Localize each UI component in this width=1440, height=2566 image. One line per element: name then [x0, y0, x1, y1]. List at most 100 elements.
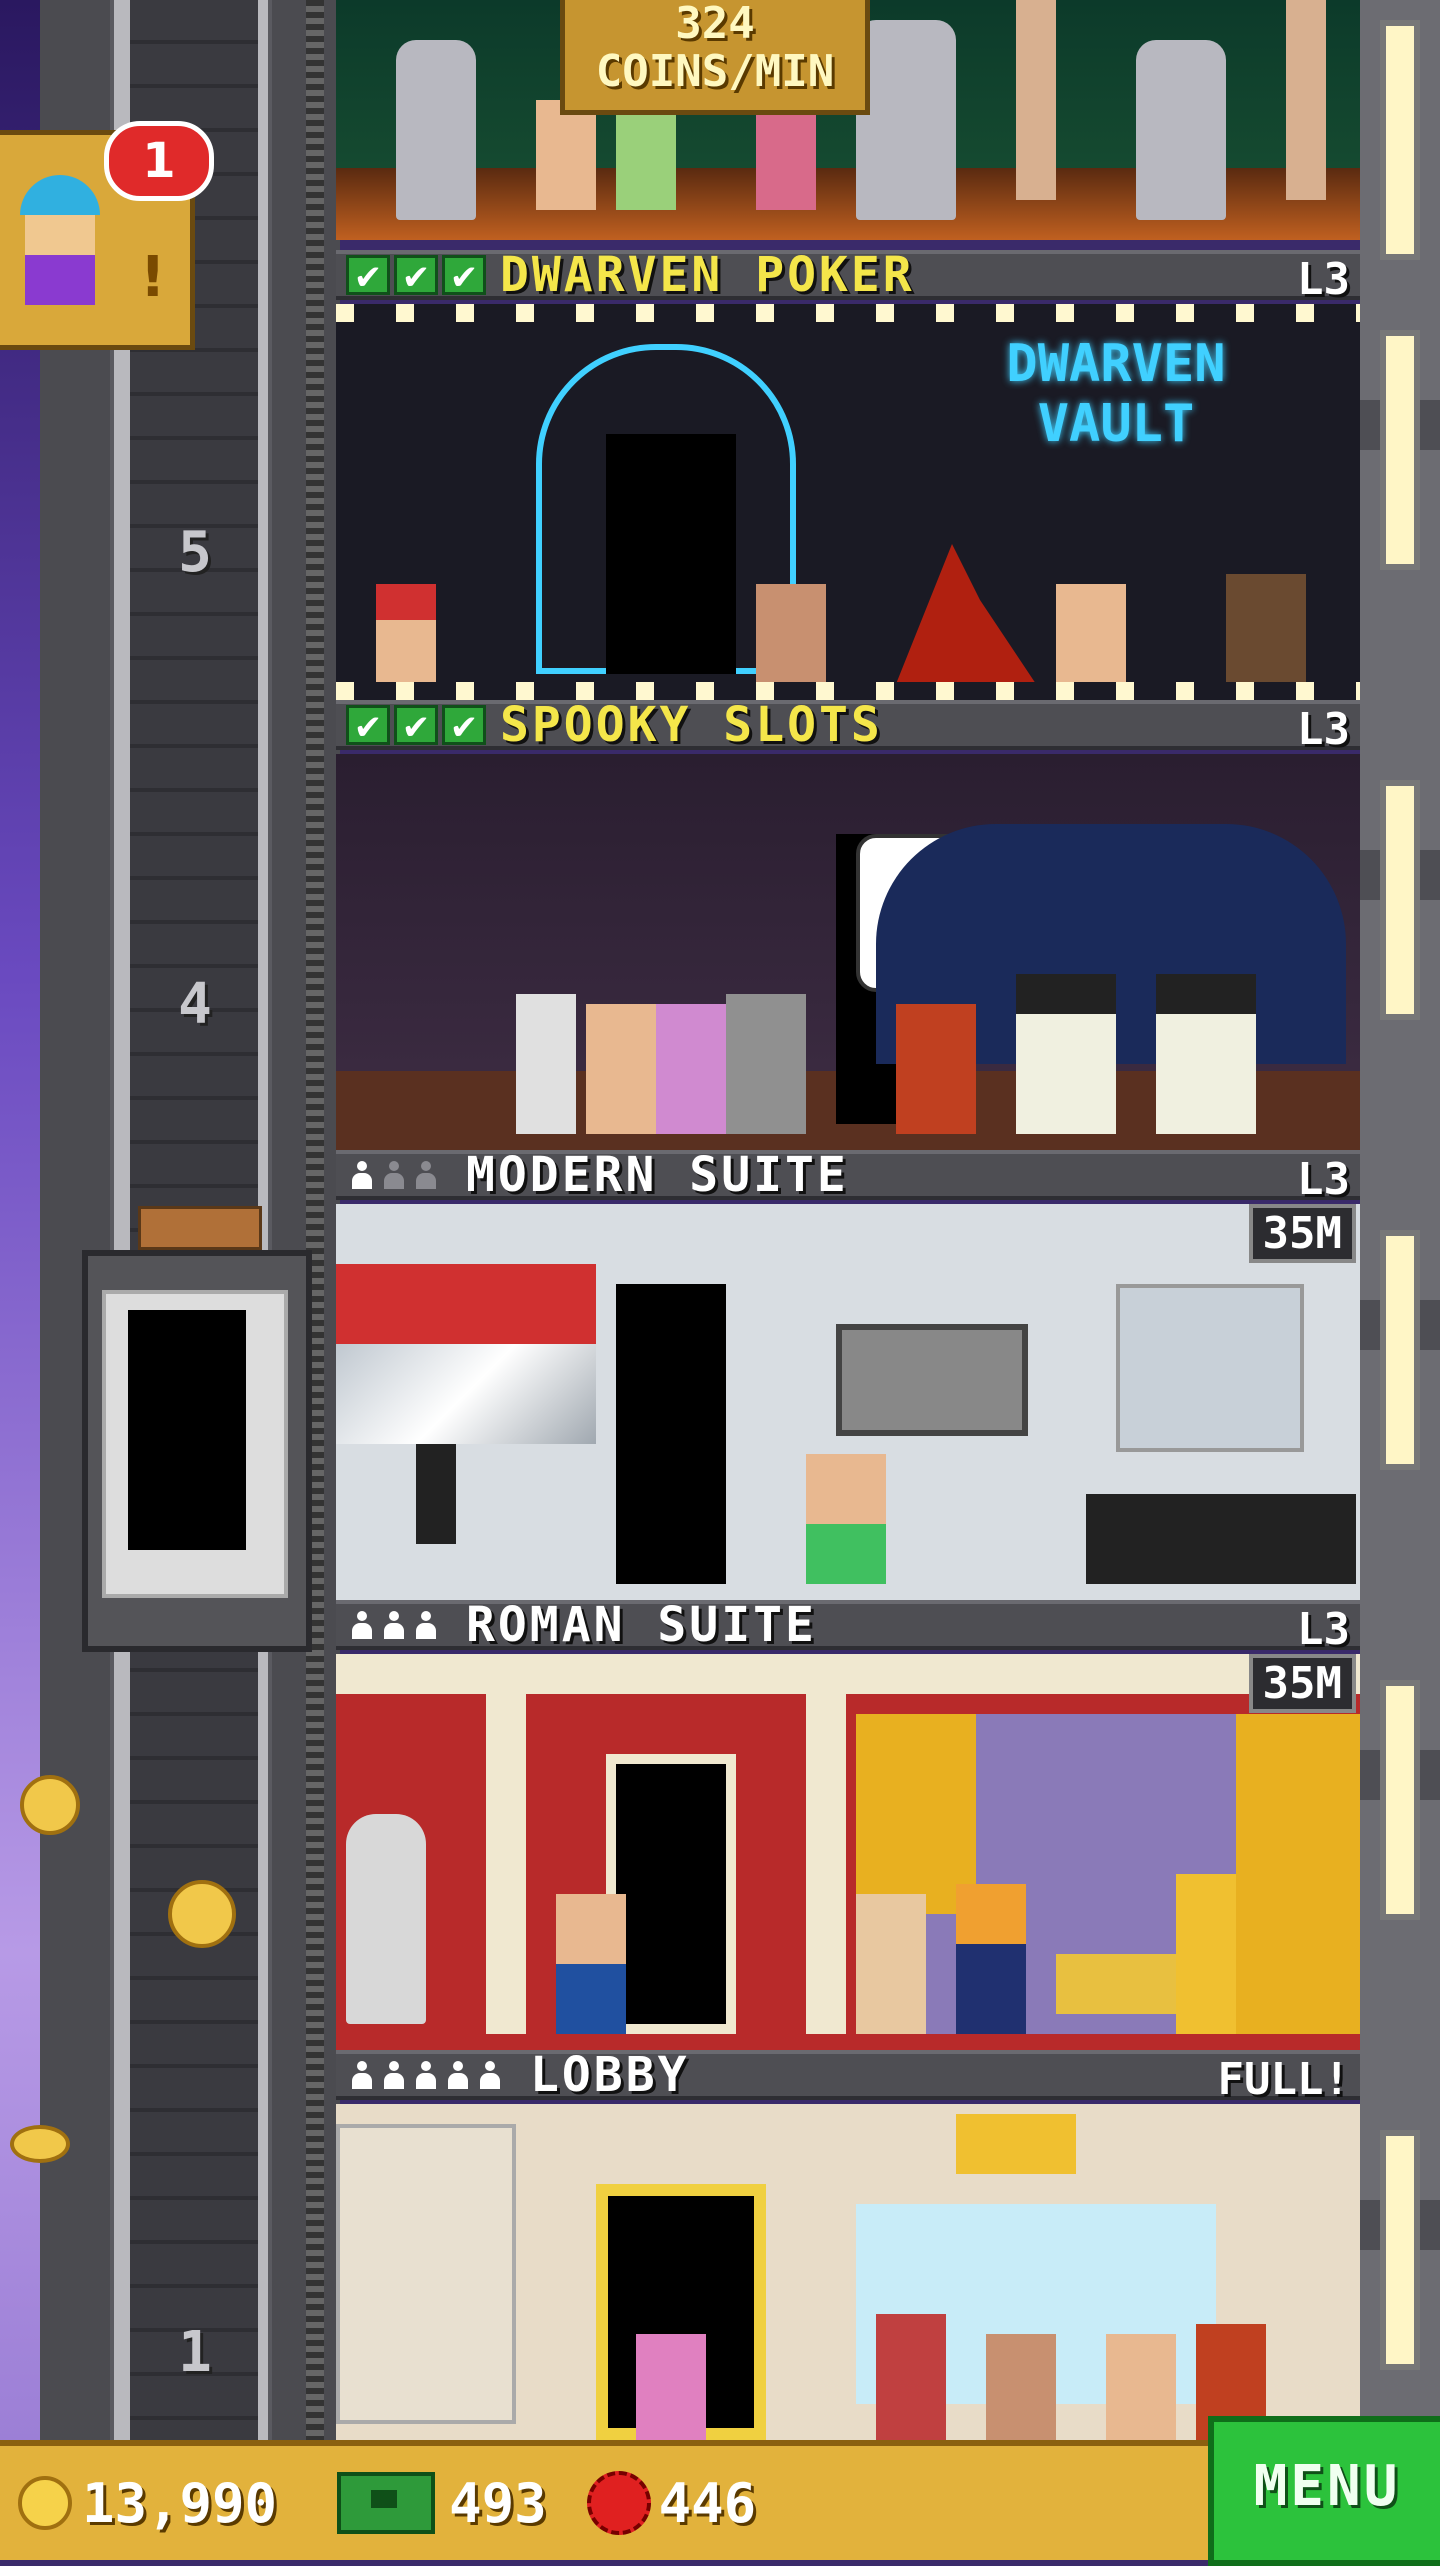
- resident-icon: [448, 2061, 468, 2089]
- check-icon: ✔: [442, 255, 486, 298]
- elevator-car[interactable]: [82, 1206, 312, 1652]
- bitizen-sprite[interactable]: [376, 584, 436, 684]
- bitizen-sprite[interactable]: [1056, 584, 1126, 684]
- resident-icon: [352, 1161, 372, 1189]
- notification-badge: 1: [104, 121, 214, 201]
- coins-per-min-banner[interactable]: 324 COINS/MIN: [560, 0, 870, 115]
- floor-name: DWARVEN POKER: [500, 247, 915, 303]
- pillar: [806, 1694, 846, 2034]
- statue-sprite: [1136, 40, 1226, 220]
- floor-roman-suite[interactable]: ROMAN SUITE L3 35M: [336, 1597, 1360, 2050]
- floor-value-badge: 35M: [1248, 1204, 1356, 1263]
- check-icon: ✔: [394, 255, 438, 298]
- tower-window: [1380, 780, 1420, 1020]
- check-icon: ✔: [346, 255, 390, 298]
- floor-dwarven-poker[interactable]: ✔ ✔ ✔ DWARVEN POKER L3 DWARVEN VAULT: [336, 247, 1360, 700]
- floor-name: SPOOKY SLOTS: [500, 697, 883, 753]
- coins-per-min-unit: COINS/MIN: [595, 46, 835, 97]
- slot-machine: [516, 994, 576, 1134]
- bitizen-sprite[interactable]: [586, 1004, 656, 1134]
- floating-coin-icon[interactable]: [20, 1775, 80, 1835]
- bitizen-sprite[interactable]: [876, 2314, 946, 2440]
- floor-doorway[interactable]: [616, 1284, 726, 1584]
- elevator-light: [138, 1206, 262, 1250]
- bitizen-sprite[interactable]: [756, 584, 826, 684]
- check-icon: ✔: [442, 705, 486, 748]
- floor-header: ✔ ✔ ✔ SPOOKY SLOTS L3: [336, 697, 1360, 755]
- tower-window: [1380, 2130, 1420, 2370]
- zombie-sprite[interactable]: [726, 994, 806, 1134]
- bitizen-sprite[interactable]: [856, 1894, 926, 2034]
- coins-display[interactable]: 13,990: [18, 2472, 277, 2535]
- resident-icon: [416, 1611, 436, 1639]
- bitizen-sprite[interactable]: [1106, 2334, 1176, 2440]
- marquee-lights: [336, 304, 1360, 322]
- floor-lobby[interactable]: LOBBY FULL!: [336, 2047, 1360, 2440]
- floor-spooky-slots[interactable]: ✔ ✔ ✔ SPOOKY SLOTS L3: [336, 697, 1360, 1150]
- statue-sprite: [856, 20, 956, 220]
- pillar: [1016, 0, 1056, 200]
- shaft-floor-number: 4: [178, 972, 212, 1037]
- bitizen-sprite[interactable]: [556, 1894, 626, 2034]
- resident-slots: [352, 1161, 436, 1189]
- bitizen-sprite[interactable]: [656, 1004, 726, 1134]
- side-table: [1176, 1874, 1236, 2034]
- coins-value: 13,990: [82, 2471, 278, 2535]
- bitizen-sprite[interactable]: [756, 110, 816, 210]
- floating-coin-icon[interactable]: [10, 2125, 70, 2163]
- room-modern-suite: 35M: [336, 1204, 1360, 1600]
- wall-art: [836, 1324, 1028, 1436]
- vault-sign: DWARVEN VAULT: [1006, 334, 1226, 454]
- gems-display[interactable]: 446: [547, 2471, 756, 2535]
- menu-button[interactable]: MENU: [1208, 2416, 1440, 2566]
- bitizen-sprite[interactable]: [536, 100, 596, 210]
- shaft-floor-number: 5: [178, 520, 212, 585]
- cornice: [336, 1654, 1360, 1694]
- shaft-cable: [306, 0, 324, 2440]
- currency-bar: 13,990 493 446 MENU: [0, 2416, 1440, 2566]
- resident-icon: [480, 2061, 500, 2089]
- floor-header: ✔ ✔ ✔ DWARVEN POKER L3: [336, 247, 1360, 305]
- bellhop-sprite[interactable]: [896, 1004, 976, 1134]
- check-icon: ✔: [346, 705, 390, 748]
- floor-name: LOBBY: [530, 2047, 690, 2103]
- elevator-door: [128, 1310, 246, 1550]
- resident-icon: [416, 2061, 436, 2089]
- pillar: [486, 1694, 526, 2034]
- bitizen-sprite[interactable]: [1226, 574, 1306, 684]
- shaft-coin-icon[interactable]: [168, 1880, 236, 1948]
- shelf: [1116, 1284, 1304, 1452]
- notification-panel[interactable]: ! 1: [0, 121, 214, 350]
- floor-level: L3: [1297, 1604, 1350, 1655]
- lamp: [416, 1444, 456, 1544]
- bitizen-sprite[interactable]: [806, 1454, 886, 1584]
- floor-level: L3: [1297, 254, 1350, 305]
- wall-stripe: [336, 1264, 596, 1344]
- floor-doorway[interactable]: [606, 434, 736, 674]
- bitizen-sprite[interactable]: [956, 1884, 1026, 2034]
- shaft-floor-number: 1: [178, 2320, 212, 2385]
- dragon-sprite: [896, 544, 1036, 684]
- coin-icon: [18, 2476, 72, 2530]
- bitizen-sprite[interactable]: [986, 2334, 1056, 2440]
- floor-level: FULL!: [1217, 2054, 1350, 2105]
- floor-modern-suite[interactable]: MODERN SUITE L3 35M: [336, 1147, 1360, 1600]
- floor-name: ROMAN SUITE: [466, 1597, 817, 1653]
- slot-machine: [1156, 974, 1256, 1134]
- resident-slots: [352, 1611, 436, 1639]
- bux-value: 493: [449, 2471, 547, 2535]
- resident-icon: [384, 1161, 404, 1189]
- bux-display[interactable]: 493: [277, 2472, 547, 2535]
- chandelier: [956, 2114, 1076, 2174]
- floor-name: MODERN SUITE: [466, 1147, 849, 1203]
- tower-window: [1380, 1680, 1420, 1920]
- resident-icon: [416, 1161, 436, 1189]
- room-roman-suite: 35M: [336, 1654, 1360, 2050]
- bitizen-sprite[interactable]: [636, 2334, 706, 2440]
- coins-per-min-value: 324: [675, 0, 755, 49]
- bitizen-sprite[interactable]: [616, 110, 676, 210]
- window: [336, 1344, 596, 1444]
- tower-window: [1380, 20, 1420, 260]
- resident-icon: [384, 2061, 404, 2089]
- room-dwarven-poker: DWARVEN VAULT: [336, 304, 1360, 700]
